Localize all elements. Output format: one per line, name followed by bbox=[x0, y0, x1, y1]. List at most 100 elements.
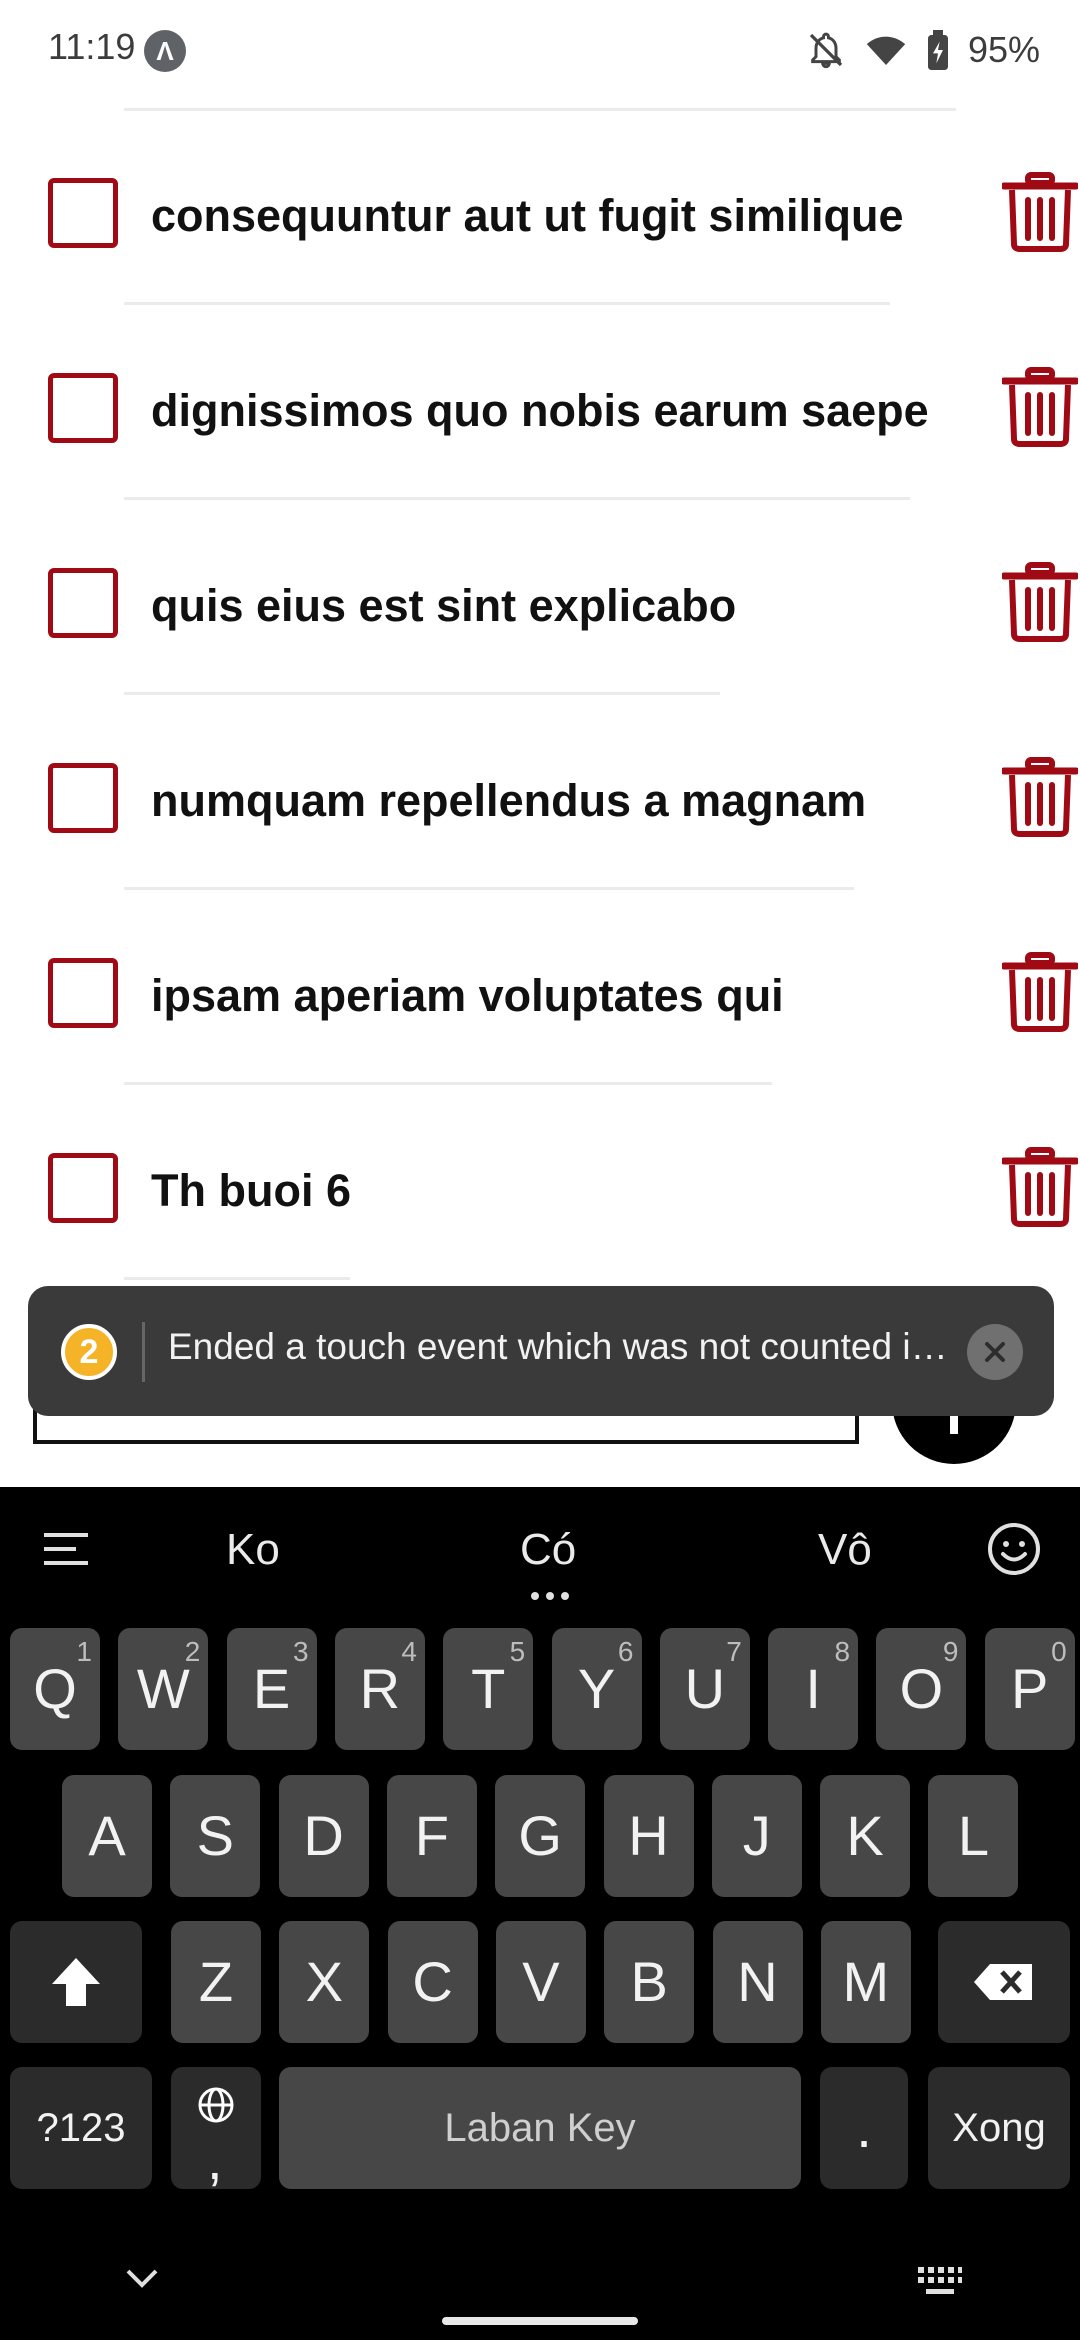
divider bbox=[124, 887, 854, 890]
toast-close-button[interactable] bbox=[967, 1324, 1023, 1380]
key-p-hint: 0 bbox=[1051, 1636, 1067, 1667]
emoji-icon[interactable] bbox=[986, 1521, 1042, 1577]
key-z[interactable]: Z bbox=[171, 1921, 261, 2043]
symbols-key-label: ?123 bbox=[36, 2106, 126, 2150]
key-e[interactable]: E3 bbox=[226, 1628, 317, 1750]
key-r-hint: 4 bbox=[401, 1636, 417, 1667]
key-j[interactable]: J bbox=[711, 1775, 802, 1897]
key-p-label: P bbox=[1011, 1657, 1049, 1720]
shift-arrow-icon bbox=[52, 1958, 100, 2006]
key-q-hint: 1 bbox=[76, 1636, 92, 1667]
delete-trash-icon[interactable] bbox=[1002, 757, 1078, 837]
key-p[interactable]: P0 bbox=[984, 1628, 1075, 1750]
key-s-label: S bbox=[196, 1804, 234, 1867]
key-a-label: A bbox=[88, 1804, 126, 1867]
key-w[interactable]: W2 bbox=[118, 1628, 209, 1750]
key-h[interactable]: H bbox=[603, 1775, 694, 1897]
period-key[interactable]: . bbox=[820, 2067, 908, 2189]
todo-text: quis eius est sint explicabo bbox=[151, 580, 737, 631]
key-k[interactable]: K bbox=[820, 1775, 911, 1897]
todo-text: consequuntur aut ut fugit similique bbox=[151, 190, 904, 241]
key-t[interactable]: T5 bbox=[443, 1628, 534, 1750]
space-key[interactable]: Laban Key bbox=[279, 2067, 801, 2189]
todo-checkbox[interactable] bbox=[48, 178, 118, 248]
battery-charging-icon bbox=[927, 30, 948, 70]
todo-checkbox[interactable] bbox=[48, 1153, 118, 1223]
delete-trash-icon[interactable] bbox=[1002, 367, 1078, 447]
language-comma-key[interactable]: , bbox=[171, 2067, 261, 2191]
divider bbox=[124, 302, 890, 305]
suggestion-2[interactable]: Có bbox=[520, 1525, 576, 1575]
error-count-badge: 2 bbox=[61, 1324, 117, 1380]
more-suggestions-icon[interactable] bbox=[530, 1591, 570, 1601]
key-j-label: J bbox=[742, 1804, 771, 1867]
key-w-hint: 2 bbox=[184, 1636, 201, 1667]
delete-trash-icon[interactable] bbox=[1002, 562, 1078, 642]
todo-text: ipsam aperiam voluptates qui bbox=[151, 970, 784, 1021]
key-e-label: E bbox=[252, 1657, 291, 1720]
comma-label: , bbox=[207, 2128, 223, 2191]
backspace-icon bbox=[974, 1964, 1032, 2000]
key-h-label: H bbox=[628, 1804, 669, 1867]
key-i[interactable]: I8 bbox=[768, 1628, 859, 1750]
key-x-label: X bbox=[305, 1950, 343, 2013]
key-y-hint: 6 bbox=[617, 1636, 634, 1667]
key-n[interactable]: N bbox=[712, 1921, 803, 2043]
status-bar: 11:19 Λ 95% bbox=[0, 0, 1080, 100]
divider bbox=[124, 1277, 350, 1280]
todo-checkbox[interactable] bbox=[48, 763, 118, 833]
close-icon bbox=[985, 1342, 1005, 1362]
done-key-label: Xong bbox=[952, 2106, 1046, 2150]
delete-trash-icon[interactable] bbox=[1002, 172, 1078, 252]
error-toast[interactable]: 2 Ended a touch event which was not coun… bbox=[28, 1286, 1054, 1416]
keyboard-switch-icon[interactable] bbox=[916, 2265, 964, 2297]
key-d[interactable]: D bbox=[278, 1775, 369, 1897]
suggestion-3[interactable]: Vô bbox=[818, 1525, 872, 1575]
keyboard-menu-icon[interactable] bbox=[42, 1531, 90, 1567]
key-o[interactable]: O9 bbox=[876, 1628, 967, 1750]
wifi-icon bbox=[866, 36, 906, 65]
key-w-label: W bbox=[136, 1657, 190, 1720]
key-s[interactable]: S bbox=[170, 1775, 261, 1897]
toast-message: Ended a touch event which was not counte… bbox=[168, 1326, 968, 1367]
key-i-label: I bbox=[805, 1657, 821, 1720]
battery-percentage: 95% bbox=[967, 29, 1040, 70]
hide-keyboard-chevron-icon[interactable] bbox=[122, 2265, 162, 2293]
key-d-label: D bbox=[303, 1804, 344, 1867]
key-i-hint: 8 bbox=[834, 1636, 851, 1667]
suggestion-bar: Ko Có Vô bbox=[0, 1487, 1080, 1617]
done-key[interactable]: Xong bbox=[928, 2067, 1070, 2189]
key-t-label: T bbox=[471, 1657, 506, 1720]
todo-checkbox[interactable] bbox=[48, 373, 118, 443]
key-z-label: Z bbox=[198, 1950, 234, 2013]
key-y-label: Y bbox=[577, 1657, 616, 1720]
delete-trash-icon[interactable] bbox=[1002, 952, 1078, 1032]
key-m[interactable]: M bbox=[820, 1921, 911, 2043]
key-r[interactable]: R4 bbox=[334, 1628, 425, 1750]
key-k-label: K bbox=[846, 1804, 884, 1867]
key-l[interactable]: L bbox=[928, 1775, 1019, 1897]
symbols-key[interactable]: ?123 bbox=[10, 2067, 152, 2189]
key-u[interactable]: U7 bbox=[659, 1628, 750, 1750]
key-a[interactable]: A bbox=[62, 1775, 152, 1897]
suggestion-1[interactable]: Ko bbox=[226, 1525, 280, 1575]
shift-key[interactable] bbox=[10, 1921, 142, 2043]
navigation-bar bbox=[0, 2225, 1080, 2340]
key-g[interactable]: G bbox=[495, 1775, 586, 1897]
key-c-label: C bbox=[412, 1950, 453, 2013]
key-t-hint: 5 bbox=[509, 1636, 526, 1667]
key-b[interactable]: B bbox=[604, 1921, 695, 2043]
key-c[interactable]: C bbox=[387, 1921, 478, 2043]
todo-checkbox[interactable] bbox=[48, 568, 118, 638]
divider bbox=[124, 108, 956, 111]
key-o-label: O bbox=[899, 1657, 944, 1720]
key-f[interactable]: F bbox=[386, 1775, 477, 1897]
key-v[interactable]: V bbox=[495, 1921, 586, 2043]
todo-checkbox[interactable] bbox=[48, 958, 118, 1028]
delete-trash-icon[interactable] bbox=[1002, 1147, 1078, 1227]
home-indicator[interactable] bbox=[442, 2317, 638, 2325]
backspace-key[interactable] bbox=[938, 1921, 1070, 2043]
key-y[interactable]: Y6 bbox=[551, 1628, 642, 1750]
key-x[interactable]: X bbox=[279, 1921, 370, 2043]
key-q[interactable]: Q1 bbox=[10, 1628, 100, 1750]
